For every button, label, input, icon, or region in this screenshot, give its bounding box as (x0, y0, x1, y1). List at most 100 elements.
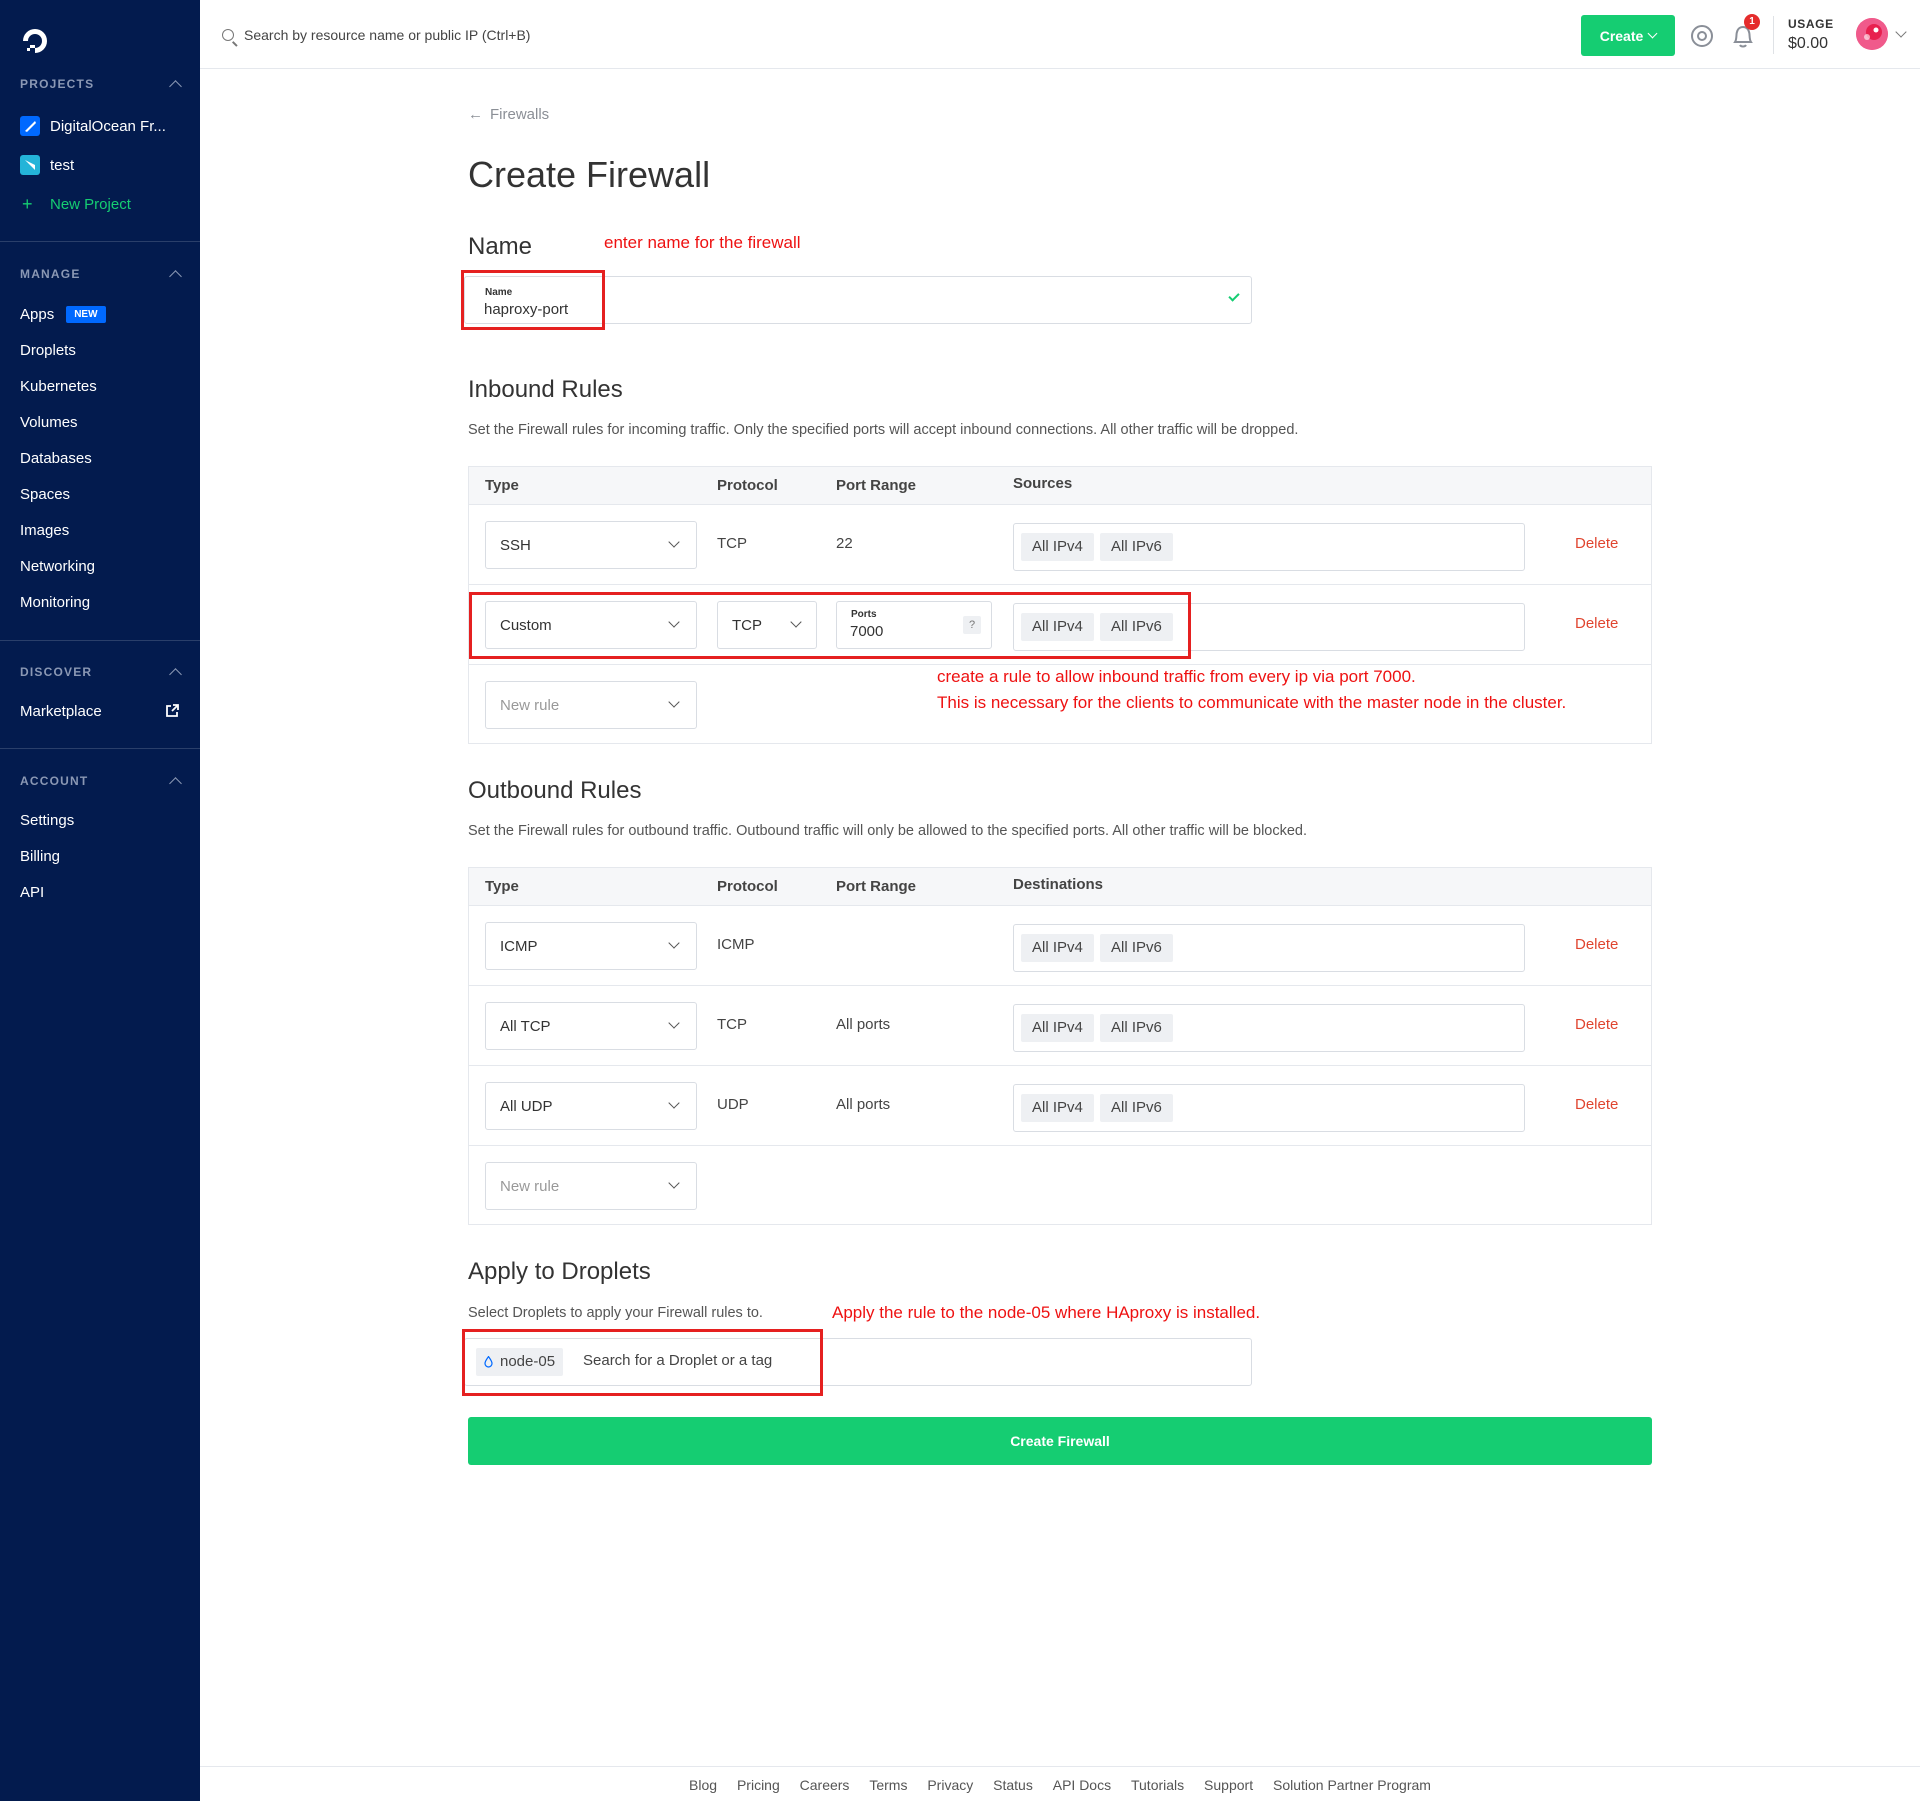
sidebar-project-test[interactable]: test (50, 157, 74, 174)
rule-type-select[interactable]: ICMP (485, 922, 697, 970)
delete-rule-link[interactable]: Delete (1575, 936, 1618, 953)
sidebar-item-marketplace[interactable]: Marketplace (20, 703, 102, 720)
new-rule-select[interactable]: New rule (485, 681, 697, 729)
rule-sources-field[interactable]: All IPv4 All IPv6 (1013, 523, 1525, 571)
destination-chip-ipv4[interactable]: All IPv4 (1021, 1094, 1094, 1122)
create-firewall-button[interactable]: Create Firewall (468, 1417, 1652, 1465)
delete-rule-link[interactable]: Delete (1575, 615, 1618, 632)
outbound-rule-row: All UDP UDP All ports All IPv4 All IPv6 … (469, 1066, 1651, 1146)
page-title: Create Firewall (468, 154, 711, 195)
source-chip-ipv6[interactable]: All IPv6 (1100, 533, 1173, 561)
rule-type-select[interactable]: SSH (485, 521, 697, 569)
col-type: Type (485, 878, 519, 895)
rule-destinations-field[interactable]: All IPv4 All IPv6 (1013, 1084, 1525, 1132)
plus-icon[interactable]: + (22, 194, 33, 215)
create-button[interactable]: Create (1581, 15, 1675, 56)
projects-collapse-chevron-icon[interactable] (169, 80, 182, 93)
sidebar-item-databases[interactable]: Databases (20, 450, 92, 467)
name-section-title: Name (468, 233, 533, 260)
new-rule-placeholder: New rule (500, 697, 560, 714)
rule-type-select[interactable]: All TCP (485, 1002, 697, 1050)
outbound-rules-table: Type Protocol Port Range Destinations IC… (468, 867, 1652, 1225)
source-chip-ipv4[interactable]: All IPv4 (1021, 533, 1094, 561)
footer-link-support[interactable]: Support (1204, 1777, 1253, 1793)
sidebar-item-networking[interactable]: Networking (20, 558, 95, 575)
sidebar-item-apps[interactable]: Apps NEW (20, 306, 106, 323)
annotation-apply: Apply the rule to the node-05 where HApr… (832, 1303, 1261, 1322)
new-rule-placeholder: New rule (500, 1178, 560, 1195)
chevron-down-icon (668, 1177, 680, 1189)
sidebar-item-monitoring[interactable]: Monitoring (20, 594, 90, 611)
sidebar-divider (0, 241, 200, 242)
account-chevron-down-icon[interactable] (1895, 26, 1907, 38)
outbound-table-header: Type Protocol Port Range Destinations (469, 868, 1651, 906)
chevron-down-icon (668, 1097, 680, 1109)
sidebar-item-images[interactable]: Images (20, 522, 69, 539)
avatar[interactable] (1856, 18, 1888, 50)
footer-link-status[interactable]: Status (993, 1777, 1033, 1793)
sidebar-item-billing[interactable]: Billing (20, 848, 60, 865)
check-icon (1228, 290, 1240, 302)
rule-type-value: ICMP (500, 938, 538, 955)
col-sources: Sources (1013, 475, 1073, 492)
chevron-down-icon (1647, 28, 1658, 39)
usage-label: USAGE (1788, 17, 1834, 31)
destination-chip-ipv4[interactable]: All IPv4 (1021, 1014, 1094, 1042)
footer-link-solution-partner[interactable]: Solution Partner Program (1273, 1777, 1431, 1793)
help-lifebuoy-icon[interactable] (1691, 25, 1713, 47)
rule-destinations-field[interactable]: All IPv4 All IPv6 (1013, 924, 1525, 972)
sidebar-item-droplets[interactable]: Droplets (20, 342, 76, 359)
outbound-rule-row: ICMP ICMP All IPv4 All IPv6 Delete (469, 906, 1651, 986)
delete-rule-link[interactable]: Delete (1575, 535, 1618, 552)
outbound-rule-row: All TCP TCP All ports All IPv4 All IPv6 … (469, 986, 1651, 1066)
footer-link-privacy[interactable]: Privacy (927, 1777, 973, 1793)
rule-protocol: ICMP (717, 936, 755, 953)
destination-chip-ipv6[interactable]: All IPv6 (1100, 934, 1173, 962)
inbound-rules-description: Set the Firewall rules for incoming traf… (468, 422, 1299, 438)
project-icon-test (20, 155, 40, 175)
delete-rule-link[interactable]: Delete (1575, 1096, 1618, 1113)
sidebar-item-spaces[interactable]: Spaces (20, 486, 70, 503)
digitalocean-logo-icon[interactable] (20, 26, 50, 56)
search-icon (222, 29, 234, 41)
sidebar-item-settings[interactable]: Settings (20, 812, 74, 829)
sidebar-item-volumes[interactable]: Volumes (20, 414, 78, 431)
annotation-highlight-box (462, 1329, 823, 1396)
topbar-separator (1773, 16, 1774, 54)
delete-rule-link[interactable]: Delete (1575, 1016, 1618, 1033)
sidebar-item-api[interactable]: API (20, 884, 44, 901)
notification-badge: 1 (1744, 14, 1760, 30)
new-project-link[interactable]: New Project (50, 196, 131, 213)
new-rule-select[interactable]: New rule (485, 1162, 697, 1210)
footer-link-blog[interactable]: Blog (689, 1777, 717, 1793)
footer-link-tutorials[interactable]: Tutorials (1131, 1777, 1184, 1793)
rule-type-select[interactable]: All UDP (485, 1082, 697, 1130)
sidebar-item-kubernetes[interactable]: Kubernetes (20, 378, 97, 395)
destination-chip-ipv6[interactable]: All IPv6 (1100, 1094, 1173, 1122)
back-to-firewalls-link[interactable]: ← Firewalls (468, 106, 549, 123)
rule-port-range: All ports (836, 1096, 891, 1113)
account-collapse-chevron-icon[interactable] (169, 777, 182, 790)
search-input[interactable] (244, 24, 744, 46)
manage-collapse-chevron-icon[interactable] (169, 270, 182, 283)
main-content: ← Firewalls Create Firewall Name enter na… (200, 70, 1920, 1801)
sidebar-item-label: Apps (20, 306, 55, 323)
destination-chip-ipv6[interactable]: All IPv6 (1100, 1014, 1173, 1042)
apply-droplets-description: Select Droplets to apply your Firewall r… (468, 1305, 763, 1321)
footer-link-api-docs[interactable]: API Docs (1053, 1777, 1111, 1793)
annotation-name: enter name for the firewall (604, 233, 801, 252)
outbound-rules-title: Outbound Rules (468, 777, 642, 804)
inbound-table-header: Type Protocol Port Range Sources (469, 467, 1651, 505)
rule-destinations-field[interactable]: All IPv4 All IPv6 (1013, 1004, 1525, 1052)
footer-link-careers[interactable]: Careers (800, 1777, 850, 1793)
discover-collapse-chevron-icon[interactable] (169, 668, 182, 681)
top-bar: Create 1 USAGE $0.00 (200, 0, 1920, 69)
sidebar-project-digitalocean[interactable]: DigitalOcean Fr... (50, 118, 166, 135)
rule-protocol: TCP (717, 1016, 747, 1033)
footer-link-pricing[interactable]: Pricing (737, 1777, 780, 1793)
sidebar: PROJECTS DigitalOcean Fr... test + New P… (0, 0, 200, 1801)
rule-port-range: 22 (836, 535, 853, 552)
destination-chip-ipv4[interactable]: All IPv4 (1021, 934, 1094, 962)
footer-link-terms[interactable]: Terms (869, 1777, 907, 1793)
external-link-icon (166, 704, 179, 717)
